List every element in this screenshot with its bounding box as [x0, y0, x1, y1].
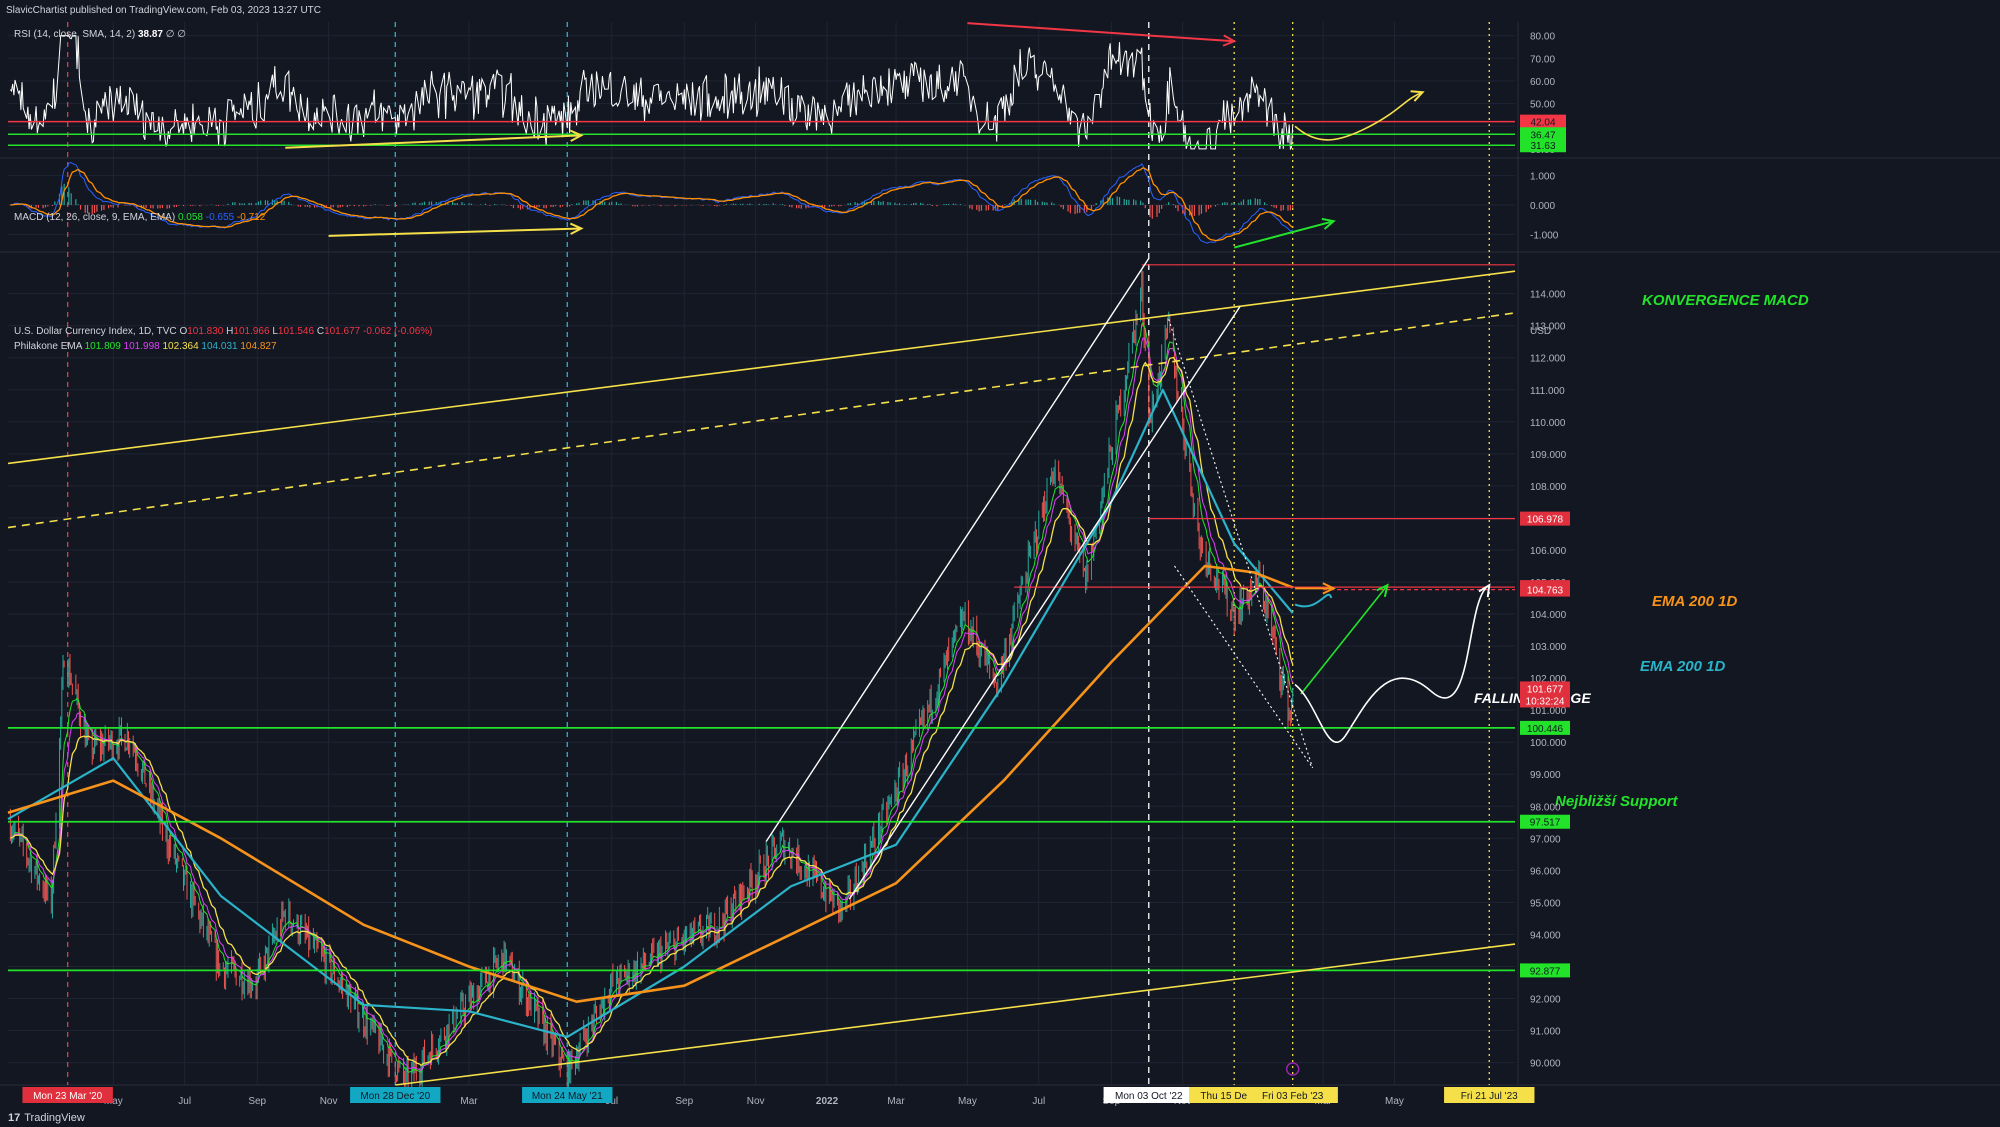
rsi-level-label: 42.04	[1530, 118, 1555, 129]
time-axis-tick: Nov	[320, 1096, 338, 1107]
event-date-label[interactable]: Mon 28 Dec '20	[360, 1091, 430, 1102]
price-axis-tick: 110.000	[1530, 418, 1566, 429]
price-axis-tick: 112.000	[1530, 354, 1566, 365]
price-axis-tick: 100.000	[1530, 738, 1567, 749]
price-axis-tick: 99.000	[1530, 770, 1561, 781]
konvergence-macd-label: KONVERGENCE MACD	[1642, 292, 1809, 309]
ohlc-open: O101.830	[179, 326, 224, 337]
price-axis-tick: 103.000	[1530, 642, 1567, 653]
time-axis-tick: Sep	[248, 1096, 266, 1107]
time-axis-tick: Mar	[460, 1096, 478, 1107]
macd-legend-value-signal: -0.655	[205, 212, 235, 223]
macd-legend-value-macd: 0.058	[177, 212, 203, 223]
chart-background	[0, 0, 2000, 1127]
ema-200-cyan-label: EMA 200 1D	[1640, 658, 1725, 675]
rsi-axis-tick: 60.00	[1530, 77, 1555, 88]
ema-value-5: 104.827	[240, 341, 277, 352]
time-axis-tick: May	[1385, 1096, 1404, 1107]
price-axis-tick: 92.000	[1530, 994, 1561, 1005]
ema-value-1: 101.809	[84, 341, 121, 352]
rsi-axis-tick: 50.00	[1530, 100, 1555, 111]
macd-axis-tick: 0.000	[1530, 201, 1555, 212]
price-axis-tick: 109.000	[1530, 450, 1567, 461]
price-badge-label: 92.877	[1530, 966, 1561, 977]
price-axis-tick: 111.000	[1530, 386, 1565, 397]
time-axis-tick: Mar	[887, 1096, 905, 1107]
time-axis-tick: May	[958, 1096, 977, 1107]
chart-canvas: KONVERGENCE MACDEMA 200 1DEMA 200 1DFALL…	[0, 0, 2000, 1127]
nejblizsi-support-label: Nejbližší Support	[1555, 793, 1679, 810]
rsi-legend-value: 38.87	[137, 29, 163, 40]
macd-axis-tick: -1.000	[1530, 230, 1559, 241]
ema-legend-title: Philakone EMA	[14, 341, 82, 352]
time-axis-tick: Sep	[675, 1096, 693, 1107]
event-date-label[interactable]: Mon 23 Mar '20	[33, 1091, 103, 1102]
ema-200-orange-label: EMA 200 1D	[1652, 593, 1737, 610]
price-axis-tick: 97.000	[1530, 834, 1561, 845]
ohlc-close: C101.677	[316, 326, 361, 337]
event-date-label[interactable]: Fri 03 Feb '23	[1262, 1091, 1324, 1102]
published-by-text: SlavicChartist published on TradingView.…	[6, 5, 321, 16]
price-axis-tick: 106.000	[1530, 546, 1567, 557]
price-badge-label: 106.978	[1527, 515, 1564, 526]
tradingview-brand-label: TradingView	[24, 1112, 85, 1124]
ema-value-2: 101.998	[123, 341, 160, 352]
macd-legend-value-hist: -0.712	[236, 212, 266, 223]
rsi-axis-tick: 80.00	[1530, 32, 1555, 43]
price-axis-tick: 101.000	[1530, 706, 1567, 717]
price-legend[interactable]: U.S. Dollar Currency Index, 1D, TVC O101…	[14, 326, 432, 337]
tradingview-logo-icon: 17	[8, 1112, 21, 1124]
macd-legend-title: MACD (12, 26, close, 9, EMA, EMA)	[14, 212, 176, 223]
price-axis-tick: 108.000	[1530, 482, 1567, 493]
time-axis-tick: Nov	[747, 1096, 765, 1107]
rsi-axis-tick: 70.00	[1530, 54, 1555, 65]
price-axis-tick: 114.000	[1530, 290, 1566, 301]
rsi-legend-title: RSI (14, close, SMA, 14, 2)	[14, 29, 136, 40]
price-axis-tick: 90.000	[1530, 1059, 1561, 1070]
price-axis-tick: 95.000	[1530, 898, 1561, 909]
currency-label: USD	[1530, 326, 1551, 337]
ohlc-high: H101.966	[226, 326, 270, 337]
time-axis-tick: Jul	[1032, 1096, 1045, 1107]
ema-value-4: 104.031	[201, 341, 238, 352]
event-date-label[interactable]: Mon 03 Oct '22	[1115, 1091, 1183, 1102]
price-badge-label: 100.446	[1527, 724, 1564, 735]
ema-legend[interactable]: Philakone EMA 101.809 101.998 102.364 10…	[14, 341, 277, 352]
macd-legend[interactable]: MACD (12, 26, close, 9, EMA, EMA) 0.058 …	[14, 212, 265, 223]
price-badge-label: 104.763	[1527, 586, 1564, 597]
price-axis-tick: 91.000	[1530, 1027, 1561, 1038]
event-date-label[interactable]: Fri 21 Jul '23	[1461, 1091, 1518, 1102]
ohlc-change: -0.062 (-0.06%)	[363, 326, 433, 337]
macd-axis-tick: 1.000	[1530, 172, 1555, 183]
price-axis-tick: 96.000	[1530, 866, 1561, 877]
rsi-legend[interactable]: RSI (14, close, SMA, 14, 2) 38.87 ∅ ∅	[14, 29, 186, 40]
price-badge-countdown: 10:32:24	[1526, 696, 1565, 707]
ohlc-low: L101.546	[272, 326, 315, 337]
price-axis-tick: 104.000	[1530, 610, 1567, 621]
price-badge-label: 101.677	[1527, 684, 1564, 695]
price-axis-tick: 98.000	[1530, 802, 1561, 813]
price-axis-tick: 94.000	[1530, 930, 1561, 941]
event-date-label[interactable]: Mon 24 May '21	[532, 1091, 603, 1102]
ema-value-3: 102.364	[162, 341, 199, 352]
price-legend-title: U.S. Dollar Currency Index, 1D, TVC	[14, 326, 177, 337]
time-axis-tick: Jul	[178, 1096, 191, 1107]
price-badge-label: 97.517	[1530, 818, 1561, 829]
rsi-level-label: 31.63	[1530, 141, 1555, 152]
rsi-legend-extra: ∅ ∅	[165, 29, 186, 40]
time-axis-tick: 2022	[816, 1096, 839, 1107]
tradingview-brand[interactable]: 17 TradingView	[8, 1112, 85, 1124]
